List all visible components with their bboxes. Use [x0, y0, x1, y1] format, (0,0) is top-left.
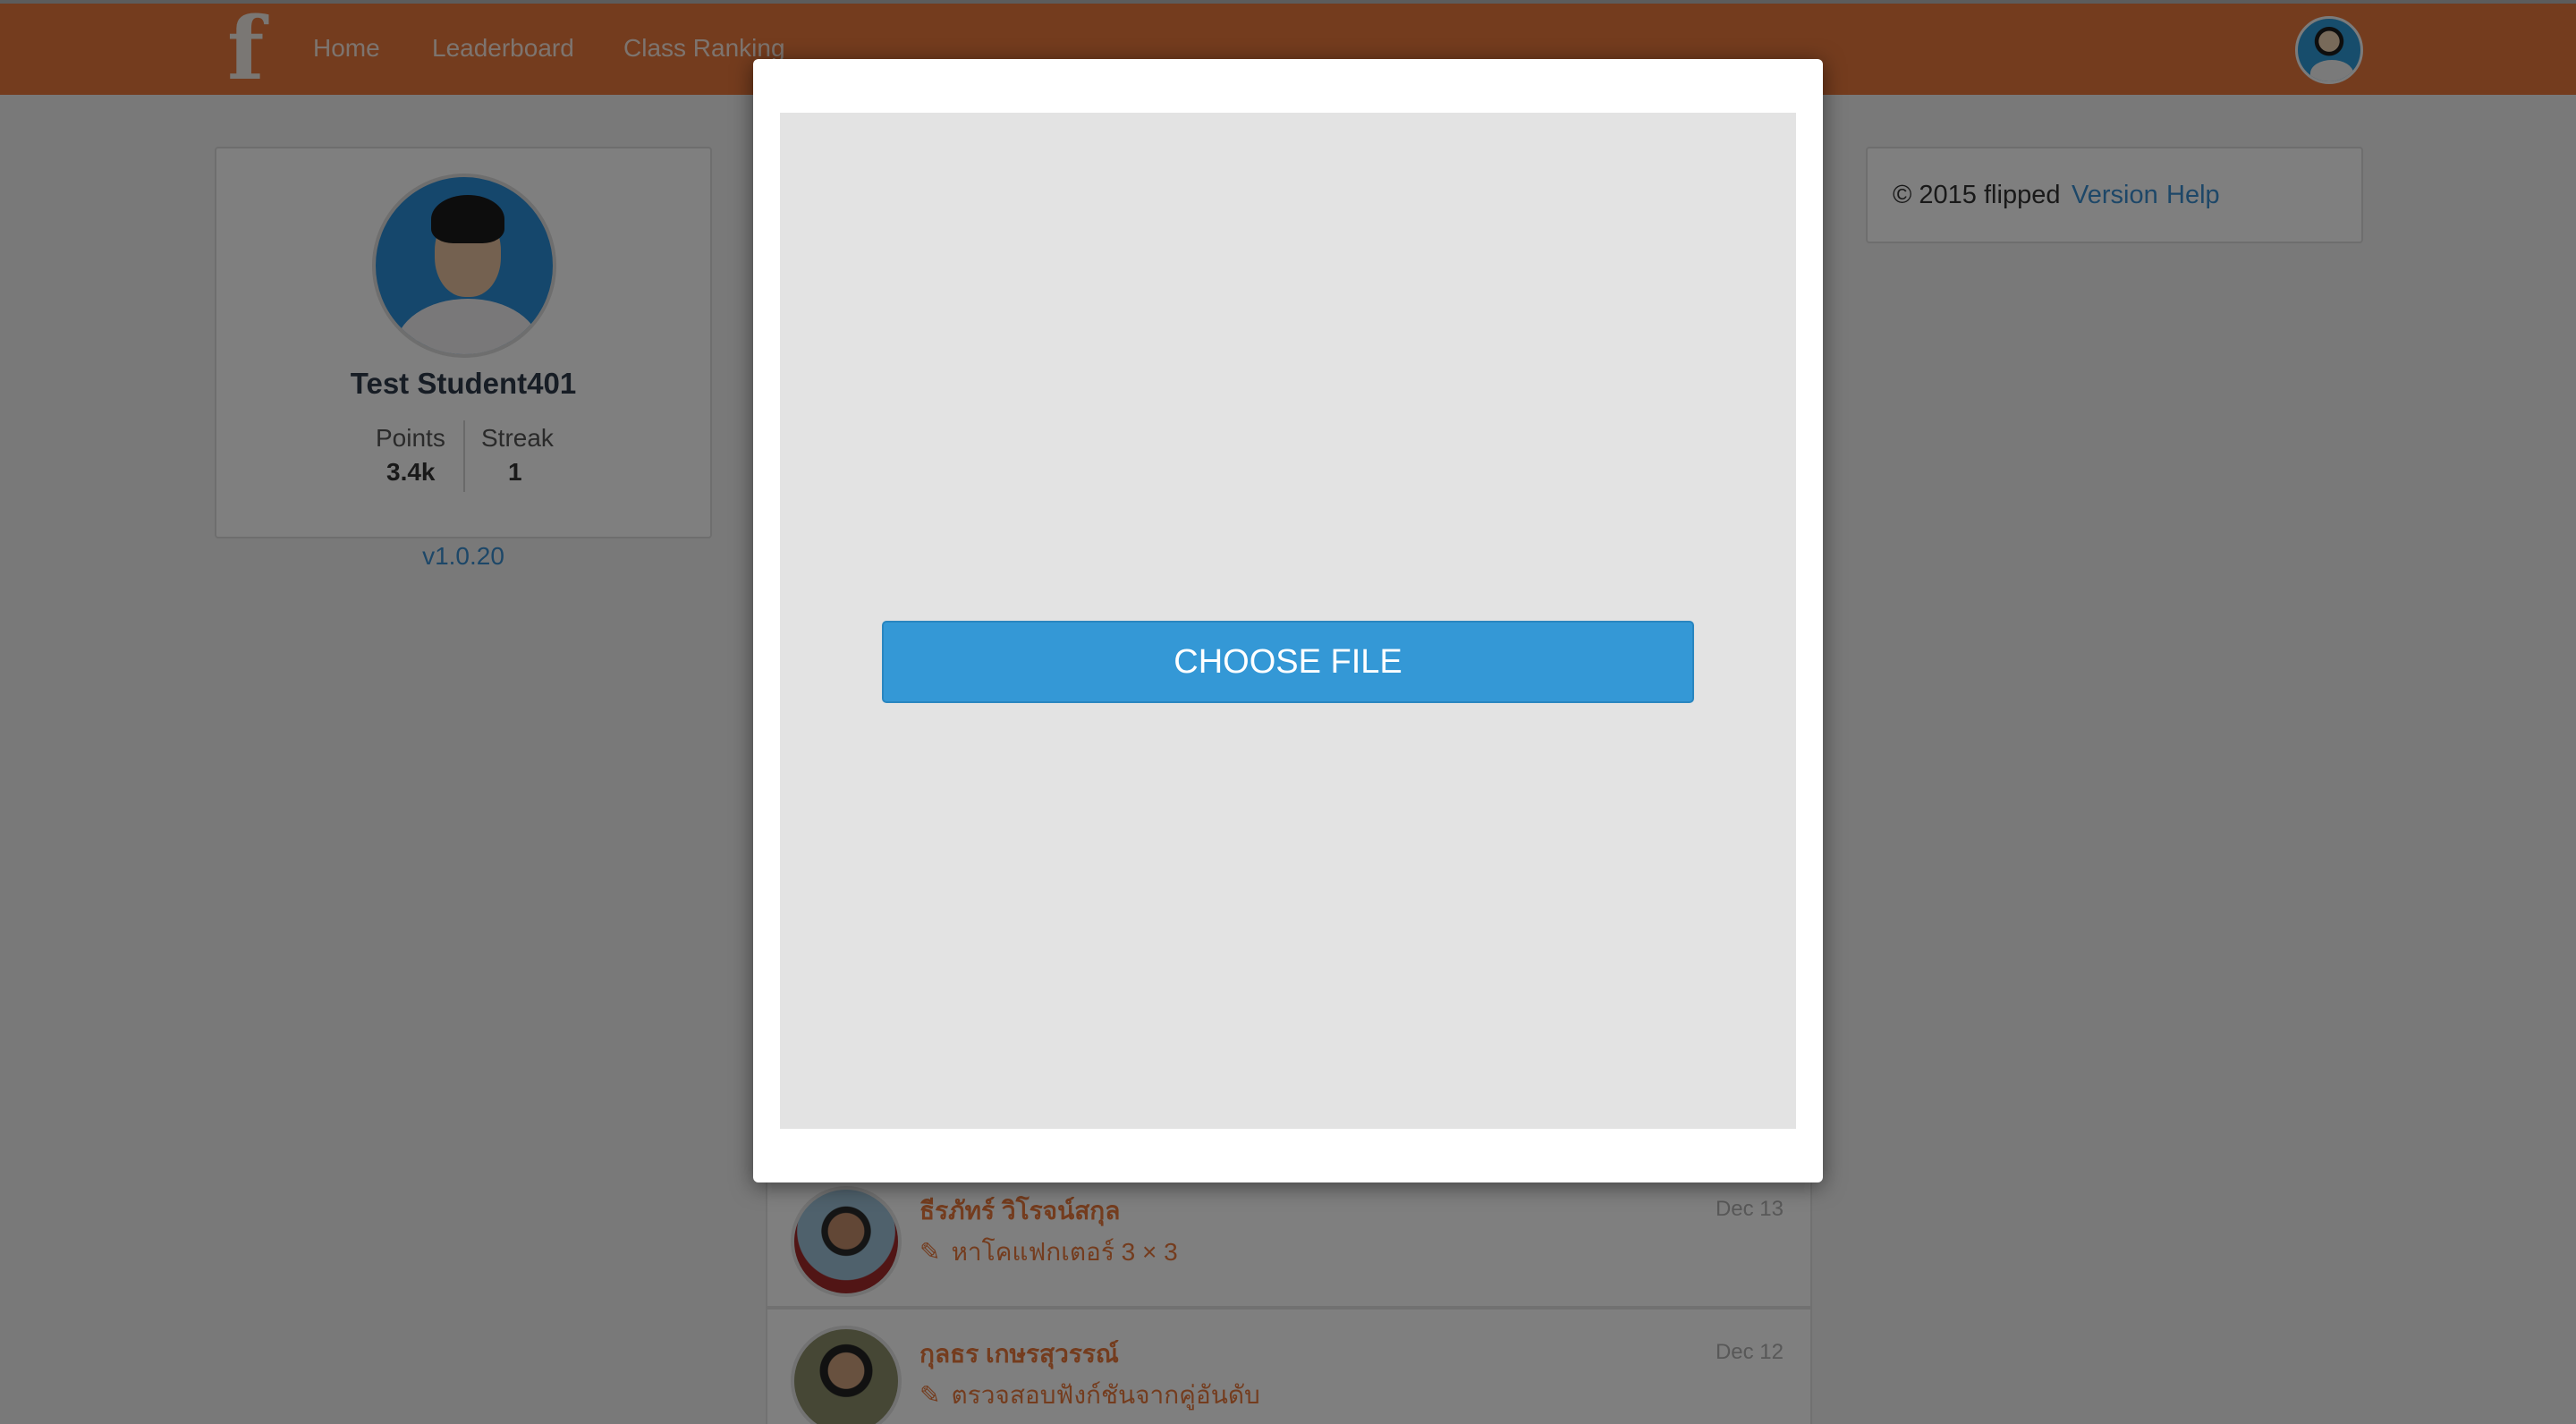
upload-modal: CHOOSE FILE	[753, 59, 1823, 1182]
choose-file-button[interactable]: CHOOSE FILE	[882, 621, 1694, 703]
file-drop-zone[interactable]: CHOOSE FILE	[780, 113, 1796, 1129]
